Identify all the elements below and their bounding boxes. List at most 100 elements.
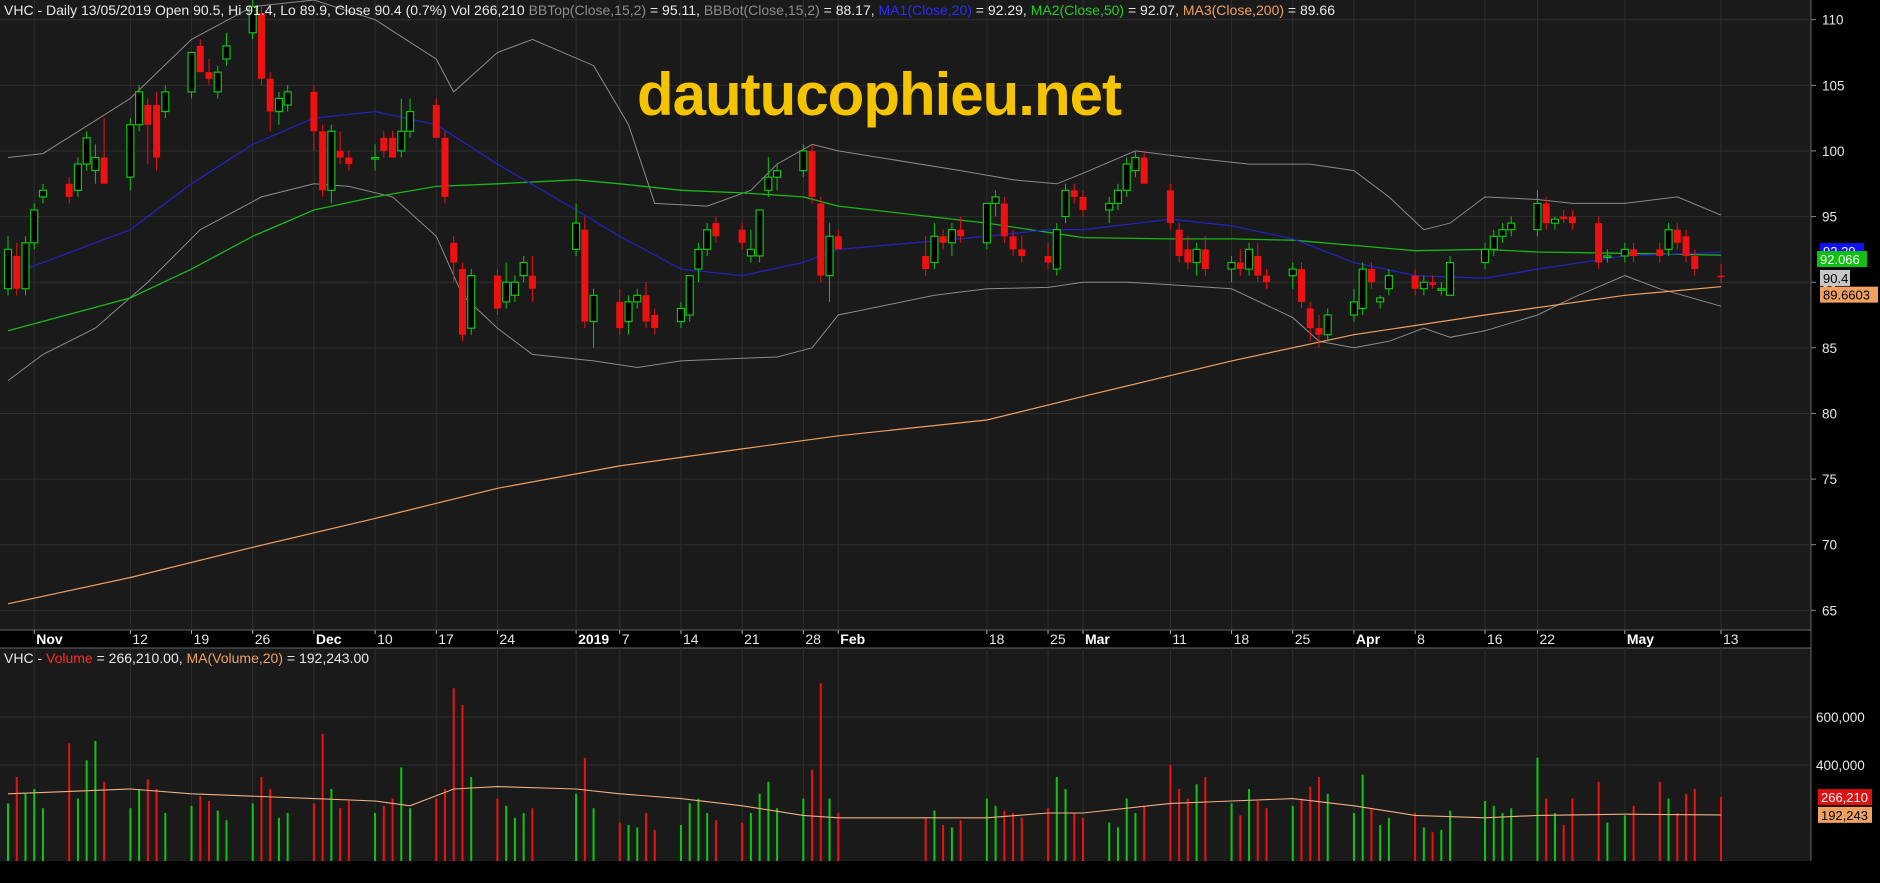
candle-body xyxy=(82,137,91,165)
candle-body xyxy=(319,131,327,191)
candle-body xyxy=(1445,261,1455,296)
volume-panel-header: VHC - Volume = 266,210.00, MA(Volume,20)… xyxy=(4,650,369,666)
header-segment: = 266,210.00, xyxy=(93,650,187,666)
candle-body xyxy=(799,150,808,172)
candle-body xyxy=(1323,314,1332,336)
candle-body xyxy=(1061,189,1070,218)
candle-body xyxy=(266,78,274,112)
candle-body xyxy=(930,235,939,264)
candle-body xyxy=(528,275,536,289)
candle-body xyxy=(982,202,991,244)
candle xyxy=(319,124,327,197)
candle-body xyxy=(1122,163,1131,191)
candle-body xyxy=(1691,255,1699,270)
candle-body xyxy=(1192,248,1201,264)
date-tick-label: 2019 xyxy=(578,631,609,647)
date-tick-label: Mar xyxy=(1085,631,1110,647)
candle-body xyxy=(1568,216,1576,224)
candle xyxy=(467,269,476,335)
candle-body xyxy=(624,301,633,323)
candle-body xyxy=(283,91,292,106)
candle-body xyxy=(13,255,21,289)
candle-body xyxy=(1507,222,1516,231)
header-segment: MA1(Close,20) xyxy=(879,2,972,18)
candle-body xyxy=(1358,268,1367,310)
candle-body xyxy=(1411,275,1419,289)
candle xyxy=(1297,262,1305,309)
price-tick-label: 95 xyxy=(1822,210,1837,225)
header-segment: VHC - Daily 13/05/2019 Open 90.5, Hi 91.… xyxy=(4,2,529,18)
candle-body xyxy=(651,315,659,329)
candle-body xyxy=(30,209,39,244)
date-tick-label: May xyxy=(1627,631,1654,647)
price-tick-label: 65 xyxy=(1822,603,1837,618)
header-segment: BBTop(Close,15,2) xyxy=(529,2,647,18)
candle-body xyxy=(571,222,581,250)
header-segment: = 89.66 xyxy=(1284,2,1335,18)
candle xyxy=(257,6,265,86)
candle-body xyxy=(817,203,825,276)
candle-body xyxy=(161,91,170,113)
candle-body xyxy=(467,275,476,329)
candle-body xyxy=(738,229,746,243)
header-segment: MA3(Close,200) xyxy=(1183,2,1284,18)
candle-body xyxy=(1498,229,1507,237)
candle-body xyxy=(633,294,642,303)
value-tag: 92.066 xyxy=(1817,251,1867,267)
candle-body xyxy=(3,248,13,290)
candle-body xyxy=(1236,262,1244,270)
date-tick-label: Apr xyxy=(1356,631,1381,647)
candle-body xyxy=(1533,202,1542,231)
candle xyxy=(817,196,825,283)
candle-body xyxy=(1263,275,1271,283)
candle xyxy=(1595,216,1603,270)
date-tick-label: 22 xyxy=(1539,631,1555,647)
date-tick-label: Nov xyxy=(36,631,63,647)
candle-body xyxy=(450,242,458,263)
value-tag-label: 92.066 xyxy=(1820,252,1860,267)
header-segment: BBBot(Close,15,2) xyxy=(704,2,820,18)
candle-body xyxy=(746,248,755,257)
candle-body xyxy=(1437,288,1446,291)
date-tick-label: Feb xyxy=(840,631,865,647)
candle-body xyxy=(336,150,344,158)
candle-body xyxy=(389,137,397,158)
candle-body xyxy=(405,110,415,132)
value-tag-label: 266,210 xyxy=(1821,790,1868,805)
candle-body xyxy=(502,281,511,303)
candle-body xyxy=(1429,282,1437,285)
candle xyxy=(808,144,816,204)
date-tick-label: 18 xyxy=(989,631,1005,647)
candle-body xyxy=(510,281,520,296)
candle-body xyxy=(1717,275,1725,278)
candle xyxy=(1052,223,1061,276)
candle-body xyxy=(144,105,152,125)
candle-body xyxy=(1288,268,1297,277)
candle-body xyxy=(1018,249,1026,256)
candle-body xyxy=(370,156,380,160)
candle-body xyxy=(21,242,30,290)
candle-body xyxy=(922,255,930,270)
header-segment: VHC - xyxy=(4,650,46,666)
candle-body xyxy=(153,105,161,158)
candle xyxy=(982,202,991,250)
candle xyxy=(1166,183,1174,230)
candle-body xyxy=(222,45,231,60)
candle-body xyxy=(589,294,598,323)
candle-body xyxy=(694,248,703,270)
candle xyxy=(134,85,144,132)
date-tick-label: 19 xyxy=(194,631,210,647)
candle-body xyxy=(1560,216,1568,220)
price-tick-label: 100 xyxy=(1822,144,1845,159)
stock-chart: dautucophieu.net 65707580859095100105110… xyxy=(0,0,1880,878)
value-tag: 89.6603 xyxy=(1820,286,1878,303)
candle-body xyxy=(685,275,694,316)
price-tick-label: 80 xyxy=(1822,406,1837,421)
candle-body xyxy=(703,229,712,250)
candle-body xyxy=(1595,223,1603,263)
candle-body xyxy=(1550,218,1560,224)
candle-body xyxy=(345,157,353,165)
candle xyxy=(493,269,501,315)
candle-body xyxy=(205,72,213,79)
candle-body xyxy=(1201,249,1209,270)
